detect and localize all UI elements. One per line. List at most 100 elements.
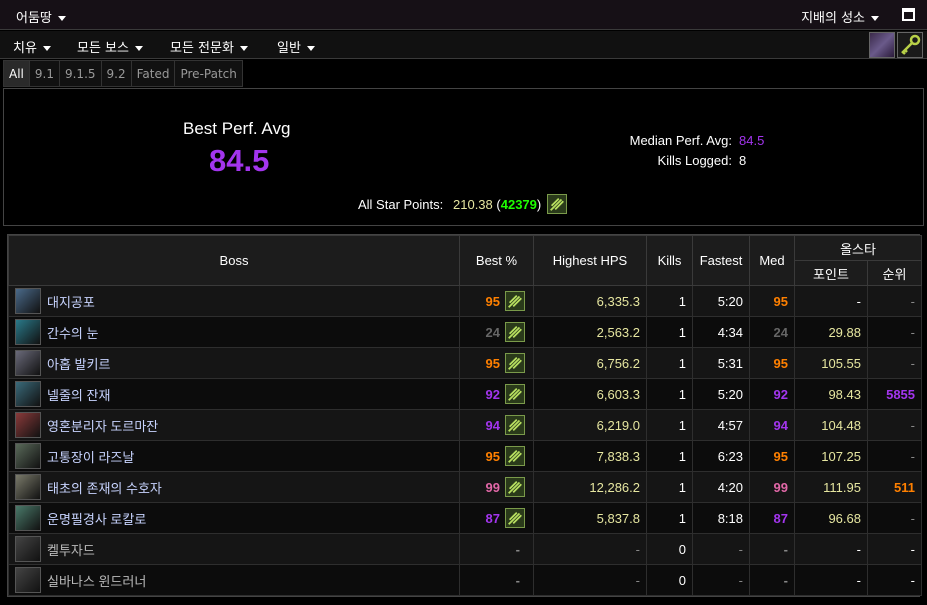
header-med[interactable]: Med: [749, 235, 795, 286]
best-perf-label: Best Perf. Avg: [183, 119, 291, 138]
fastest: 4:20: [692, 471, 750, 503]
highest-hps: 12,286.2: [533, 471, 647, 503]
header-rank[interactable]: 순위: [866, 260, 923, 286]
allstar-points: 111.95: [794, 471, 868, 503]
highest-hps: 6,756.2: [533, 347, 647, 379]
tab-9-1[interactable]: 9.1: [29, 60, 60, 87]
boss-name[interactable]: 켈투자드: [47, 540, 95, 559]
boss-cell[interactable]: 고통장이 라즈날: [8, 440, 460, 472]
allstar-rank: -: [866, 533, 923, 565]
header-boss[interactable]: Boss: [8, 235, 460, 286]
boss-cell[interactable]: 태초의 존재의 수호자: [8, 471, 460, 503]
highest-hps: 2,563.2: [533, 316, 647, 348]
highest-hps: 6,335.3: [533, 285, 647, 317]
boss-dropdown[interactable]: 모든 보스: [77, 37, 143, 56]
boss-cell[interactable]: 대지공포: [8, 285, 460, 317]
spec-icon: [505, 291, 525, 311]
chevron-down-icon: [57, 16, 66, 21]
header-points[interactable]: 포인트: [794, 260, 868, 286]
boss-portrait-icon: [15, 474, 41, 500]
boss-portrait-icon: [15, 350, 41, 376]
boss-name[interactable]: 대지공포: [47, 292, 95, 311]
best-percent: 95: [485, 293, 500, 309]
table-row[interactable]: 영혼분리자 도르마잔 94 6,219.0 1 4:57 94 104.48 -: [8, 409, 923, 441]
best-percent: -: [515, 541, 520, 557]
header-kills[interactable]: Kills: [646, 235, 693, 286]
boss-cell[interactable]: 운명필경사 로칼로: [8, 502, 460, 534]
table-row[interactable]: 대지공포 95 6,335.3 1 5:20 95 - -: [8, 285, 923, 317]
kills: 1: [646, 316, 693, 348]
chevron-down-icon: [871, 16, 879, 21]
table-row[interactable]: 넬줄의 잔재 92 6,603.3 1 5:20 92 98.43 5855: [8, 378, 923, 410]
highest-hps: -: [533, 564, 647, 596]
header-hps[interactable]: Highest HPS: [533, 235, 647, 286]
kills-logged-label: Kills Logged:: [657, 153, 732, 168]
table-row[interactable]: 켈투자드 - - 0 - - - -: [8, 533, 923, 565]
best-percent: 94: [485, 417, 500, 433]
kills-logged-value: 8: [739, 153, 747, 168]
allstar-rank: -: [866, 316, 923, 348]
boss-name[interactable]: 고통장이 라즈날: [47, 447, 134, 466]
mode-dropdown[interactable]: 일반: [277, 37, 315, 56]
boss-cell[interactable]: 간수의 눈: [8, 316, 460, 348]
best-cell: 95: [459, 440, 534, 472]
allstar-rank: 511: [866, 471, 923, 503]
boss-name[interactable]: 태초의 존재의 수호자: [47, 478, 162, 497]
highest-hps: -: [533, 533, 647, 565]
table-row[interactable]: 운명필경사 로칼로 87 5,837.8 1 8:18 87 96.68 -: [8, 502, 923, 534]
allstar-points: 104.48: [794, 409, 868, 441]
allstar-rank: -: [866, 347, 923, 379]
zone-dropdown[interactable]: 지배의 성소: [801, 7, 879, 26]
table-row[interactable]: 고통장이 라즈날 95 7,838.3 1 6:23 95 107.25 -: [8, 440, 923, 472]
boss-cell[interactable]: 넬줄의 잔재: [8, 378, 460, 410]
best-cell: -: [459, 533, 534, 565]
maximize-icon[interactable]: [902, 8, 915, 21]
best-cell: 24: [459, 316, 534, 348]
best-cell: 94: [459, 409, 534, 441]
spec-icon: [505, 384, 525, 404]
kills: 0: [646, 533, 693, 565]
boss-name[interactable]: 넬줄의 잔재: [47, 385, 110, 404]
boss-portrait-icon: [15, 505, 41, 531]
boss-cell[interactable]: 실바나스 윈드러너: [8, 564, 460, 596]
role-dropdown[interactable]: 치유: [13, 37, 51, 56]
role-label: 치유: [13, 41, 37, 56]
best-percent: 87: [485, 510, 500, 526]
boss-cell[interactable]: 켈투자드: [8, 533, 460, 565]
boss-cell[interactable]: 아홉 발키르: [8, 347, 460, 379]
tab-pre-patch[interactable]: Pre-Patch: [175, 60, 243, 87]
spec-dropdown[interactable]: 모든 전문화: [170, 37, 248, 56]
header-fastest[interactable]: Fastest: [692, 235, 750, 286]
region-label: 어둠땅: [16, 11, 52, 26]
rankings-table: Boss Best % Highest HPS Kills Fastest Me…: [7, 234, 923, 597]
boss-cell[interactable]: 영혼분리자 도르마잔: [8, 409, 460, 441]
table-row[interactable]: 간수의 눈 24 2,563.2 1 4:34 24 29.88 -: [8, 316, 923, 348]
raid-icon[interactable]: [869, 32, 895, 58]
table-row[interactable]: 태초의 존재의 수호자 99 12,286.2 1 4:20 99 111.95…: [8, 471, 923, 503]
median: 99: [749, 471, 795, 503]
chevron-down-icon: [306, 46, 315, 51]
key-icon[interactable]: [897, 32, 923, 58]
boss-name[interactable]: 실바나스 윈드러너: [47, 571, 146, 590]
header-best[interactable]: Best %: [459, 235, 534, 286]
table-row[interactable]: 아홉 발키르 95 6,756.2 1 5:31 95 105.55 -: [8, 347, 923, 379]
allstar-rank: -: [866, 409, 923, 441]
header-allstar: 올스타: [793, 235, 923, 261]
tab-9-2[interactable]: 9.2: [101, 60, 132, 87]
boss-name[interactable]: 간수의 눈: [47, 323, 98, 342]
boss-name[interactable]: 아홉 발키르: [47, 354, 110, 373]
tab-fated[interactable]: Fated: [131, 60, 176, 87]
table-row[interactable]: 실바나스 윈드러너 - - 0 - - - -: [8, 564, 923, 596]
best-cell: 99: [459, 471, 534, 503]
boss-name[interactable]: 영혼분리자 도르마잔: [47, 416, 158, 435]
region-dropdown[interactable]: 어둠땅: [16, 7, 66, 26]
allstar-points: 29.88: [794, 316, 868, 348]
boss-name[interactable]: 운명필경사 로칼로: [47, 509, 146, 528]
fastest: 4:57: [692, 409, 750, 441]
best-cell: 87: [459, 502, 534, 534]
kills: 1: [646, 285, 693, 317]
tab-all[interactable]: All: [3, 60, 30, 87]
fastest: 6:23: [692, 440, 750, 472]
tab-9-1-5[interactable]: 9.1.5: [59, 60, 102, 87]
allstar-points: -: [794, 533, 868, 565]
